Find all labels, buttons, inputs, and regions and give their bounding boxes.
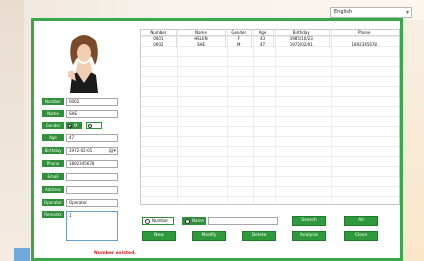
- cell-name: SHE: [177, 42, 227, 48]
- gender-male-label: M: [74, 123, 78, 128]
- radio-icon: [145, 219, 150, 224]
- new-button[interactable]: New: [142, 231, 176, 241]
- table-grid: [141, 36, 399, 204]
- gender-radio-male[interactable]: M: [66, 122, 82, 129]
- cell-number: 0002: [141, 42, 177, 48]
- background-right-strip: [404, 20, 424, 261]
- search-by-number-label: Number: [152, 218, 169, 223]
- modify-button[interactable]: Modify: [192, 231, 226, 241]
- phone-label: Phone: [42, 160, 64, 167]
- calendar-icon[interactable]: ▤▾: [109, 148, 116, 154]
- cell-birthday: 1972/02/01: [274, 42, 330, 48]
- close-button[interactable]: Close: [344, 231, 378, 241]
- radio-icon: [68, 124, 72, 128]
- delete-button[interactable]: Delete: [242, 231, 276, 241]
- name-field[interactable]: SHE: [66, 110, 118, 118]
- background-left-strip: [0, 0, 24, 261]
- number-field[interactable]: 0002: [66, 98, 118, 106]
- column-header-phone[interactable]: Phone: [330, 30, 399, 35]
- gender-radio-female[interactable]: [86, 122, 102, 129]
- radio-icon: [88, 124, 92, 128]
- birthday-value: 1972-02-01: [69, 148, 93, 153]
- column-header-age[interactable]: Age: [252, 30, 274, 35]
- remarks-label: Remarks: [42, 211, 64, 218]
- column-header-birthday[interactable]: Birthday: [274, 30, 330, 35]
- table-body: 0001 HELEN F 43 1985/10/23 0002 SHE M 47…: [141, 36, 399, 48]
- search-by-name-label: Name: [192, 218, 204, 223]
- background-corner-block: [14, 248, 30, 261]
- number-label: Number: [42, 98, 64, 105]
- age-label: Age: [42, 134, 64, 141]
- table-row[interactable]: 0002 SHE M 47 1972/02/01 1892345678: [141, 42, 399, 48]
- address-field[interactable]: [66, 186, 118, 194]
- analysis-button[interactable]: Analysis: [292, 231, 326, 241]
- birthday-label: Birthday: [42, 147, 64, 154]
- main-window: Number 0002 Name SHE Gender M Age 47 Bir…: [31, 18, 403, 261]
- phone-field[interactable]: 1892345678: [66, 160, 118, 168]
- language-select[interactable]: English ▾: [330, 7, 412, 18]
- cell-gender: M: [226, 42, 253, 48]
- operator-label: Operator: [42, 199, 64, 206]
- remarks-textarea[interactable]: 1: [66, 211, 118, 241]
- chevron-down-icon: ▾: [405, 9, 409, 16]
- search-input[interactable]: [208, 217, 278, 225]
- radio-icon: [185, 219, 190, 224]
- gender-label: Gender: [42, 122, 64, 129]
- email-label: Email: [42, 173, 64, 180]
- status-message: Number existed.: [94, 251, 137, 256]
- search-by-name-radio[interactable]: Name: [182, 217, 206, 225]
- cell-phone: 1892345678: [351, 42, 377, 47]
- cell-age: 47: [252, 42, 274, 48]
- age-field[interactable]: 47: [66, 134, 118, 142]
- column-header-number[interactable]: Number: [141, 30, 177, 35]
- language-select-value: English: [334, 9, 353, 15]
- search-button[interactable]: Search: [292, 216, 326, 226]
- column-header-name[interactable]: Name: [177, 30, 227, 35]
- all-button[interactable]: All: [344, 216, 378, 226]
- email-field[interactable]: [66, 173, 118, 181]
- search-by-number-radio[interactable]: Number: [142, 217, 174, 225]
- operator-field[interactable]: Operator: [66, 199, 118, 207]
- records-table[interactable]: Number Name Gender Age Birthday Phone 00…: [140, 29, 400, 205]
- birthday-picker[interactable]: 1972-02-01 ▤▾: [66, 147, 118, 155]
- address-label: Address: [42, 186, 64, 193]
- column-header-gender[interactable]: Gender: [226, 30, 253, 35]
- profile-photo: [62, 31, 106, 93]
- name-label: Name: [42, 110, 64, 117]
